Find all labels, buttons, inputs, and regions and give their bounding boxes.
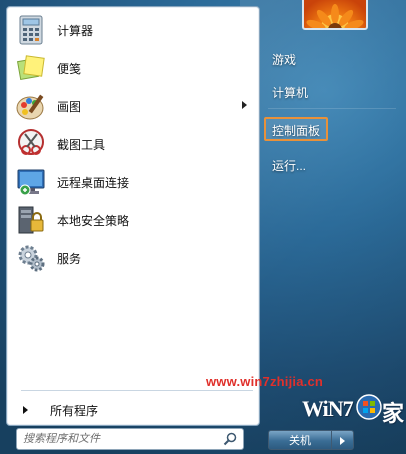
separator: [268, 108, 396, 109]
program-local-security-policy[interactable]: 本地安全策略: [11, 203, 255, 237]
chevron-right-icon: [340, 437, 345, 445]
program-paint[interactable]: 画图: [11, 89, 255, 123]
paint-icon: [16, 94, 44, 120]
expand-arrow-icon: [23, 406, 28, 414]
watermark-logo-suffix: 家: [382, 402, 405, 427]
watermark-url: www.win7zhijia.cn: [206, 374, 324, 389]
search-input[interactable]: [23, 430, 213, 448]
calculator-icon: [19, 15, 43, 45]
windows-logo-icon: [356, 394, 382, 420]
flower-image: [306, 4, 364, 28]
services-icon: [18, 245, 45, 272]
program-label: 远程桌面连接: [57, 175, 130, 190]
link-control-panel[interactable]: 控制面板: [272, 122, 320, 139]
watermark-logo-text: WiN7: [302, 396, 354, 421]
program-label: 计算器: [57, 23, 94, 38]
program-calculator[interactable]: 计算器: [11, 13, 255, 47]
all-programs-button[interactable]: 所有程序: [17, 399, 255, 421]
program-services[interactable]: 服务: [11, 241, 255, 275]
program-sticky-notes[interactable]: 便笺: [11, 51, 255, 85]
shutdown-button[interactable]: 关机: [268, 430, 332, 450]
program-label: 本地安全策略: [57, 213, 130, 228]
program-label: 画图: [57, 99, 82, 114]
search-box[interactable]: [16, 428, 244, 450]
watermark-logo: WiN7 家: [302, 392, 404, 432]
search-icon[interactable]: [223, 432, 237, 446]
program-remote-desktop[interactable]: 远程桌面连接: [11, 165, 255, 199]
separator: [21, 390, 253, 391]
sticky-notes-icon: [16, 55, 45, 81]
local-security-policy-icon: [18, 206, 44, 234]
programs-panel: 计算器 便笺 画图 截图工具 远程桌面连接 本地安全策略 服务 所有程序: [6, 6, 260, 426]
program-snipping-tool[interactable]: 截图工具: [11, 127, 255, 161]
start-menu: 计算器 便笺 画图 截图工具 远程桌面连接 本地安全策略 服务 所有程序 搜索程…: [0, 0, 406, 454]
all-programs-label: 所有程序: [50, 403, 99, 418]
program-label: 服务: [57, 251, 82, 266]
shutdown-label: 关机: [289, 435, 311, 447]
snipping-tool-icon: [18, 129, 44, 155]
user-picture[interactable]: [302, 0, 368, 30]
program-label: 便笺: [57, 61, 82, 76]
link-computer[interactable]: 计算机: [272, 84, 308, 101]
submenu-arrow-icon: [242, 101, 247, 109]
remote-desktop-icon: [17, 169, 45, 196]
shutdown-options-button[interactable]: [332, 430, 354, 450]
link-run[interactable]: 运行...: [272, 157, 306, 174]
program-label: 截图工具: [57, 137, 106, 152]
link-games[interactable]: 游戏: [272, 51, 296, 68]
